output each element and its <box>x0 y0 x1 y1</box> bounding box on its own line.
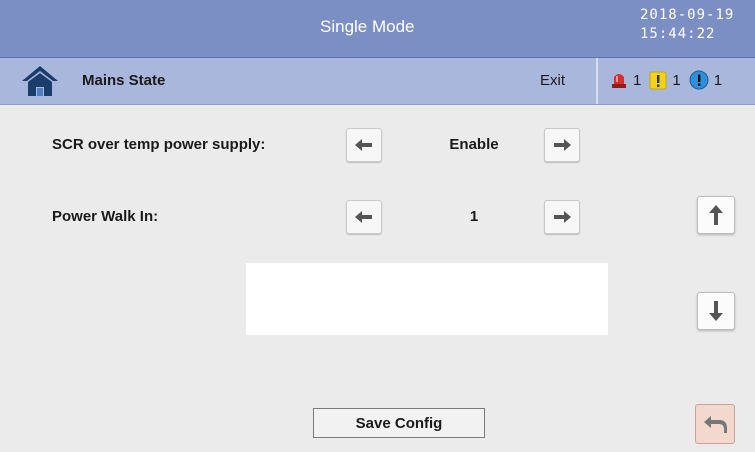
blue-info-icon <box>689 70 709 90</box>
page-title: Single Mode <box>320 17 415 36</box>
arrow-down-icon <box>709 301 723 321</box>
alarm-summary: 1 1 1 <box>610 70 730 90</box>
date-text: 2018-09-19 <box>640 7 735 23</box>
alarm-info-count: 1 <box>713 71 723 89</box>
datetime-display: 2018-09-19 15:44:22 <box>640 6 734 44</box>
breadcrumb: Mains State <box>82 72 166 89</box>
return-arrow-icon <box>704 416 727 433</box>
home-button[interactable] <box>20 64 60 98</box>
alarm-info[interactable]: 1 <box>689 70 722 90</box>
red-alarm-icon <box>612 74 626 88</box>
alarm-critical[interactable]: 1 <box>610 70 641 90</box>
page-up-button[interactable] <box>697 196 735 234</box>
setting-label-scr-over-temp: SCR over temp power supply: <box>52 136 266 153</box>
arrow-left-icon <box>355 211 372 223</box>
save-config-button[interactable]: Save Config <box>313 408 485 438</box>
arrow-right-icon <box>554 211 571 223</box>
scr-increase-button[interactable] <box>544 128 580 162</box>
scr-value: Enable <box>449 136 499 153</box>
yellow-warning-icon <box>649 71 667 90</box>
alarm-warning-count: 1 <box>672 71 681 89</box>
walk-in-increase-button[interactable] <box>544 200 580 234</box>
title-bar: Single Mode 2018-09-19 15:44:22 <box>0 0 755 58</box>
info-panel <box>246 263 608 335</box>
setting-label-power-walk-in: Power Walk In: <box>52 208 159 225</box>
back-button[interactable] <box>695 404 735 444</box>
home-icon <box>22 66 58 96</box>
arrow-up-icon <box>709 205 723 225</box>
arrow-left-icon <box>355 139 372 151</box>
scr-decrease-button[interactable] <box>346 128 382 162</box>
alarm-warning[interactable]: 1 <box>649 70 681 90</box>
alarm-critical-count: 1 <box>633 71 642 89</box>
status-bar: Mains State Exit 1 1 1 <box>0 58 755 105</box>
walk-in-decrease-button[interactable] <box>346 200 382 234</box>
arrow-right-icon <box>554 139 571 151</box>
time-text: 15:44:22 <box>640 26 716 42</box>
page-down-button[interactable] <box>697 292 735 330</box>
exit-button[interactable]: Exit <box>540 72 565 89</box>
divider <box>596 58 598 104</box>
walk-in-value: 1 <box>469 208 479 225</box>
